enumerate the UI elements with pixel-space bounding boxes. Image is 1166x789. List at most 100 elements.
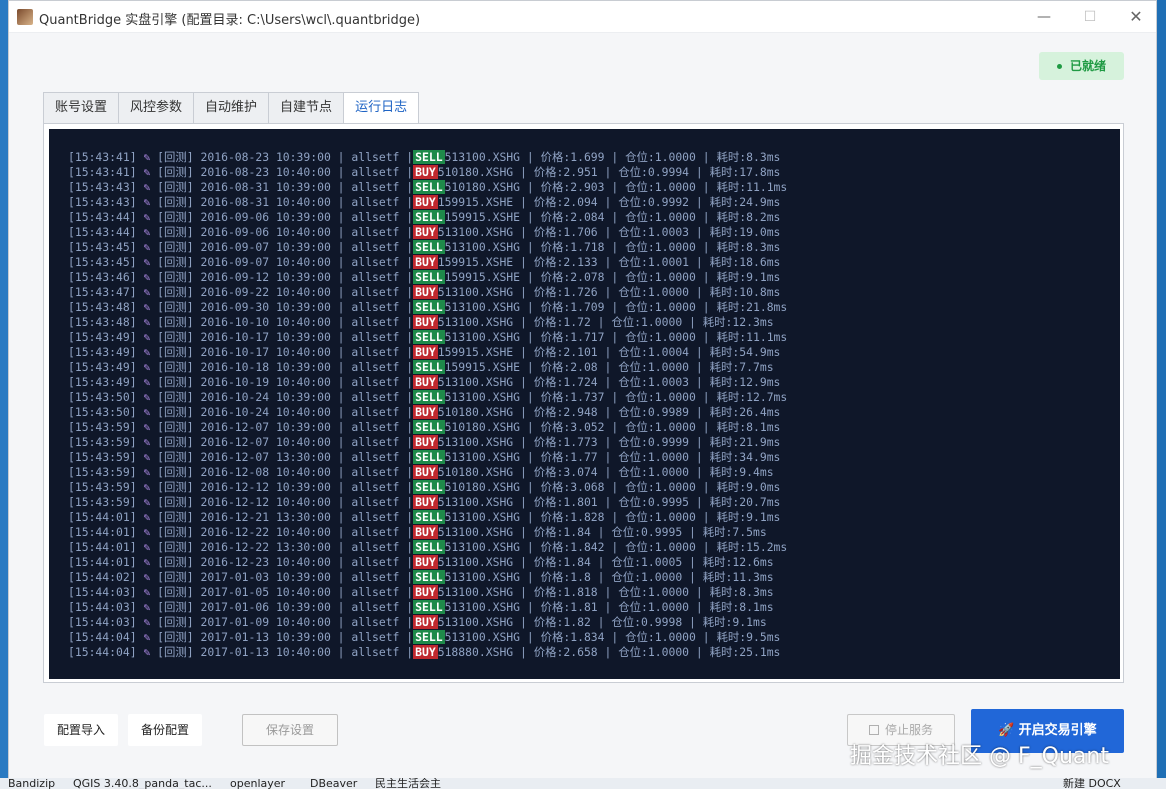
log-price: 2.903 [570, 180, 605, 194]
tab-maintenance[interactable]: 自动维护 [193, 92, 269, 124]
price-label: 价格: [533, 285, 564, 299]
log-elapsed: 15.2ms [746, 540, 788, 554]
log-tag: [回测] [157, 255, 194, 269]
log-datetime: 2016-09-12 10:39:00 [200, 270, 331, 284]
log-tag: [回测] [157, 630, 194, 644]
log-position: 1.0000 [654, 210, 696, 224]
log-price: 1.8 [570, 570, 591, 584]
log-position: 1.0000 [647, 645, 690, 659]
log-elapsed: 8.3ms [746, 240, 781, 254]
log-datetime: 2016-12-12 10:40:00 [200, 495, 331, 509]
log-position: 1.0000 [654, 480, 696, 494]
pencil-icon: ✎ [143, 165, 151, 179]
log-elapsed: 20.7ms [739, 495, 781, 509]
log-price: 2.133 [563, 255, 598, 269]
log-code: 518880.XSHG [437, 645, 514, 659]
taskbar-item[interactable]: 新建 DOCX [1063, 778, 1121, 789]
log-position: 1.0000 [654, 270, 696, 284]
price-label: 价格: [533, 315, 564, 329]
log-price: 1.818 [563, 585, 598, 599]
log-code: 510180.XSHG [444, 480, 521, 494]
elapsed-label: 耗时: [709, 360, 740, 374]
log-price: 1.801 [563, 495, 598, 509]
buy-badge: BUY [413, 375, 438, 389]
save-settings-button[interactable]: 保存设置 [242, 714, 338, 746]
pencil-icon: ✎ [143, 645, 151, 659]
position-label: 仓位: [618, 375, 648, 389]
elapsed-label: 耗时: [716, 480, 747, 494]
elapsed-label: 耗时: [716, 630, 747, 644]
log-price: 1.828 [570, 510, 605, 524]
log-strategy: allsetf [351, 510, 400, 524]
log-price: 1.84 [563, 555, 591, 569]
position-label: 仓位: [618, 645, 648, 659]
import-config-button[interactable]: 配置导入 [44, 714, 118, 746]
log-datetime: 2017-01-13 10:39:00 [200, 630, 331, 644]
log-tag: [回测] [157, 420, 194, 434]
elapsed-label: 耗时: [716, 330, 747, 344]
log-row: [15:43:47] ✎ [回测] 2016-09-22 10:40:00 | … [68, 285, 781, 299]
log-datetime: 2017-01-03 10:39:00 [200, 570, 331, 584]
taskbar-item[interactable]: 民主生活会主 [375, 778, 441, 789]
log-position: 1.0003 [647, 375, 690, 389]
price-label: 价格: [540, 450, 571, 464]
sell-badge: SELL [413, 150, 445, 164]
position-label: 仓位: [625, 540, 655, 554]
log-price: 1.72 [563, 315, 591, 329]
log-elapsed: 9.5ms [746, 630, 781, 644]
price-label: 价格: [540, 150, 571, 164]
minimize-button[interactable]: — [1024, 5, 1064, 29]
log-strategy: allsetf [351, 315, 400, 329]
pencil-icon: ✎ [143, 375, 151, 389]
close-button[interactable]: ✕ [1116, 5, 1156, 29]
position-label: 仓位: [611, 315, 642, 329]
log-code: 513100.XSHG [444, 240, 521, 254]
taskbar-item[interactable]: openlayer [230, 778, 285, 789]
log-tag: [回测] [157, 450, 194, 464]
log-code: 513100.XSHG [444, 390, 521, 404]
price-label: 价格: [540, 510, 571, 524]
pencil-icon: ✎ [143, 435, 151, 449]
log-price: 3.052 [570, 420, 605, 434]
tab-risk[interactable]: 风控参数 [118, 92, 194, 124]
log-strategy: allsetf [351, 645, 400, 659]
backup-config-button[interactable]: 备份配置 [128, 714, 202, 746]
pencil-icon: ✎ [143, 615, 151, 629]
log-code: 159915.XSHE [444, 210, 521, 224]
log-tag: [回测] [157, 435, 194, 449]
price-label: 价格: [533, 585, 564, 599]
log-price: 2.078 [570, 270, 605, 284]
log-time: [15:43:47] [68, 285, 137, 299]
log-elapsed: 9.1ms [746, 270, 781, 284]
tab-nodes[interactable]: 自建节点 [268, 92, 344, 124]
log-position: 0.9989 [647, 405, 690, 419]
log-code: 510180.XSHG [437, 465, 514, 479]
log-position: 0.9998 [641, 615, 683, 629]
position-label: 仓位: [618, 465, 648, 479]
price-label: 价格: [533, 525, 564, 539]
log-code: 513100.XSHG [444, 330, 521, 344]
elapsed-label: 耗时: [709, 375, 740, 389]
log-strategy: allsetf [351, 255, 400, 269]
log-datetime: 2016-10-19 10:40:00 [200, 375, 331, 389]
taskbar-item[interactable]: Bandizip [8, 778, 55, 789]
log-time: [15:43:49] [68, 330, 137, 344]
log-row: [15:44:01] ✎ [回测] 2016-12-22 10:40:00 | … [68, 525, 767, 539]
maximize-button[interactable]: ☐ [1070, 5, 1110, 29]
log-panel[interactable]: [15:43:41] ✎ [回测] 2016-08-23 10:39:00 | … [49, 129, 1120, 679]
pencil-icon: ✎ [143, 180, 151, 194]
log-code: 513100.XSHG [444, 570, 521, 584]
log-time: [15:43:49] [68, 345, 137, 359]
log-time: [15:43:59] [68, 495, 137, 509]
sell-badge: SELL [413, 420, 445, 434]
log-strategy: allsetf [351, 300, 400, 314]
log-elapsed: 9.1ms [732, 615, 767, 629]
position-label: 仓位: [625, 510, 655, 524]
taskbar-item[interactable]: QGIS 3.40.8_panda_tac... [73, 778, 212, 789]
tab-logs[interactable]: 运行日志 [343, 92, 420, 124]
taskbar-item[interactable]: DBeaver [310, 778, 357, 789]
log-code: 513100.XSHG [444, 300, 521, 314]
price-label: 价格: [533, 495, 564, 509]
log-position: 1.0000 [654, 390, 696, 404]
tab-account[interactable]: 账号设置 [43, 92, 119, 124]
